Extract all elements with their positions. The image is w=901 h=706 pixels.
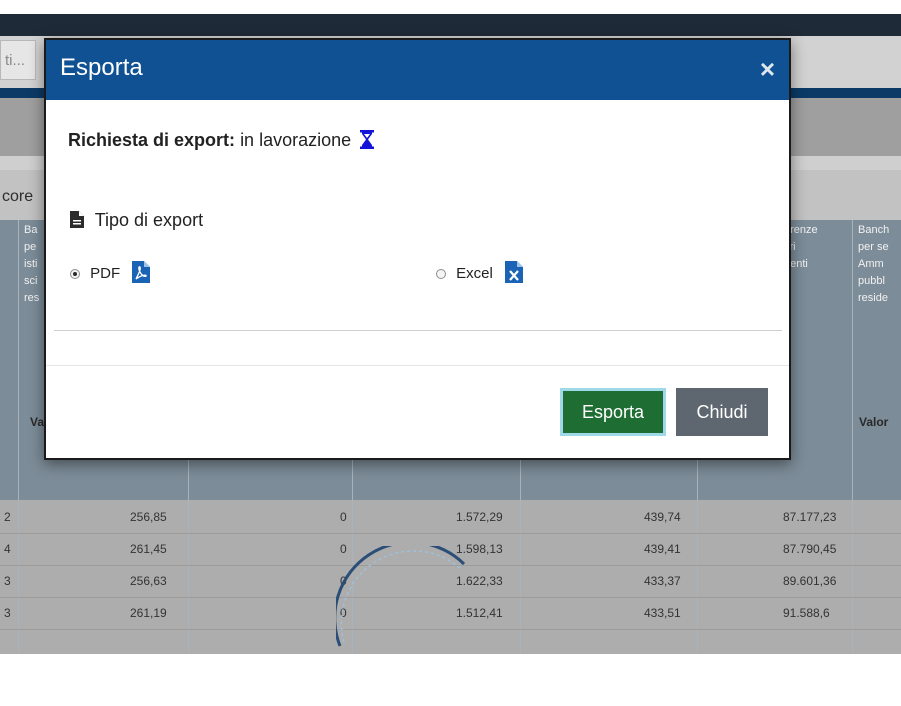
excel-file-icon [505, 261, 524, 283]
export-type-label: Tipo di export [94, 210, 204, 230]
file-icon [70, 211, 84, 228]
pdf-option-label: PDF [90, 265, 121, 282]
close-icon[interactable]: × [760, 54, 775, 84]
export-type-heading: Tipo di export [70, 210, 203, 231]
value-header-right: Valor [859, 415, 889, 429]
request-status-text: in lavorazione [240, 130, 352, 150]
body-divider [54, 330, 782, 331]
section-label: core [2, 188, 34, 205]
loading-spinner-icon [336, 546, 466, 647]
option-excel[interactable]: Excel [436, 261, 524, 283]
table-row: 2 256,85 0 1.572,29 439,74 87.177,23 [0, 502, 901, 534]
export-button[interactable]: Esporta [560, 388, 666, 436]
pdf-radio[interactable] [70, 269, 80, 279]
top-navbar [0, 14, 901, 36]
footer-divider [46, 365, 789, 366]
close-button[interactable]: Chiudi [676, 388, 768, 436]
table-header-col-right: Banch per se Amm pubbl reside [858, 224, 890, 304]
value-header-left: Va [30, 415, 45, 429]
filter-chip[interactable]: ti... [0, 40, 36, 80]
option-pdf[interactable]: PDF [70, 261, 151, 283]
export-request-status: Richiesta di export: in lavorazione [68, 130, 375, 151]
pdf-file-icon [132, 261, 151, 283]
excel-option-label: Excel [456, 265, 493, 282]
export-dialog: Esporta × Richiesta di export: in lavora… [44, 38, 791, 460]
hourglass-icon [360, 130, 375, 149]
table-header-col-mid: erenze ltri denti [784, 224, 818, 270]
excel-radio[interactable] [436, 269, 446, 279]
dialog-title: Esporta [60, 54, 143, 81]
request-label: Richiesta di export: [68, 130, 236, 150]
dialog-header: Esporta × [46, 40, 789, 100]
top-strip [0, 0, 901, 14]
